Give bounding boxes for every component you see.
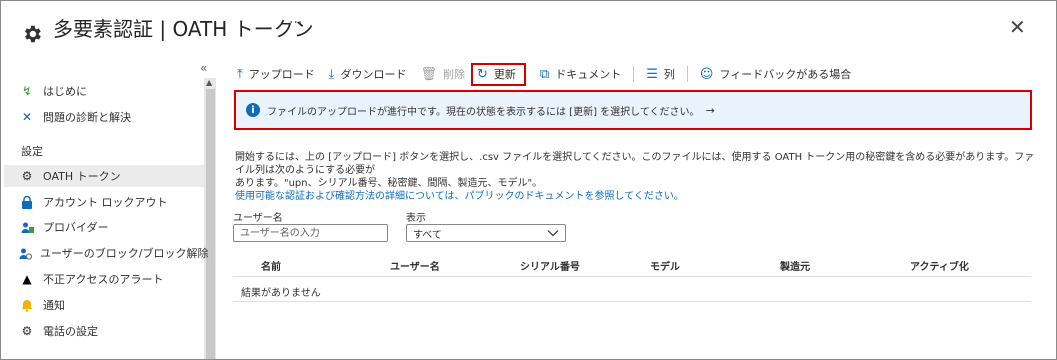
command-bar: ⤒ アップロード ⤓ ダウンロード 🗑 削除 ↻ 更新 ⧉ ドキュメント ☰ 列 <box>237 62 851 86</box>
sidebar-item-label: 不正アクセスのアラート <box>43 273 164 286</box>
description-line: あります。"upn、シリアル番号、秘密鍵、間隔、製造元、モデル"。 <box>235 178 543 189</box>
warning-icon: ▲ <box>22 272 32 286</box>
refresh-button[interactable]: ↻ 更新 <box>471 62 526 86</box>
sidebar-item-label: ユーザーのブロック/ブロック解除 <box>40 247 209 260</box>
table-empty-row: 結果がありません <box>233 277 1031 302</box>
username-label: ユーザー名 <box>233 213 283 224</box>
sidebar-item-label: アカウント ロックアウト <box>43 196 168 209</box>
display-select[interactable]: すべて <box>406 224 566 242</box>
info-icon: i <box>246 103 260 117</box>
gear-icon <box>25 25 41 43</box>
trash-icon: 🗑 <box>420 66 438 82</box>
column-header-model[interactable]: モデル <box>650 258 680 273</box>
gear-icon: ⚙ <box>21 324 33 338</box>
columns-icon: ☰ <box>646 66 658 82</box>
docs-link[interactable]: 使用可能な認証および確認方法の詳細については、パブリックのドキュメントを参照して… <box>235 190 1035 203</box>
sidebar-section-settings: 設定 <box>21 145 43 158</box>
column-header-activate[interactable]: アクティブ化 <box>910 258 969 273</box>
documentation-label: ドキュメント <box>555 68 622 81</box>
feedback-label: フィードバックがある場合 <box>719 68 852 81</box>
column-header-name[interactable]: 名前 <box>261 258 281 273</box>
sidebar-scroll-thumb[interactable] <box>206 89 215 359</box>
download-icon: ⤓ <box>328 66 335 82</box>
lock-icon <box>19 194 35 210</box>
refresh-icon: ↻ <box>477 66 488 82</box>
sidebar-item-label: 通知 <box>43 299 65 312</box>
sidebar-item-fraud-alert[interactable]: ▲ 不正アクセスのアラート <box>19 268 199 290</box>
columns-button[interactable]: ☰ 列 <box>646 66 675 82</box>
column-header-username[interactable]: ユーザー名 <box>390 258 440 273</box>
username-input[interactable] <box>233 224 388 242</box>
sidebar-item-label: OATH トークン <box>43 170 121 183</box>
sidebar: « ▲ ↯ はじめに ✕ 問題の診断と解決 設定 ⚙ OATH トークン アカウ… <box>1 61 216 359</box>
upload-icon: ⤒ <box>237 66 243 82</box>
sidebar-item-phone-settings[interactable]: ⚙ 電話の設定 <box>19 320 199 342</box>
wrench-icon: ✕ <box>21 110 33 124</box>
provider-icon <box>19 219 35 235</box>
sidebar-item-providers[interactable]: プロバイダー <box>19 216 199 238</box>
table-header: 名前 ユーザー名 シリアル番号 モデル 製造元 アクティブ化 <box>233 252 1031 277</box>
sidebar-item-notifications[interactable]: 通知 <box>19 294 199 316</box>
documentation-button[interactable]: ⧉ ドキュメント <box>540 66 621 82</box>
no-results-text: 結果がありません <box>241 288 321 299</box>
sidebar-item-label: 電話の設定 <box>43 325 98 338</box>
lightning-icon: ↯ <box>21 84 33 98</box>
banner-text: ファイルのアップロードが進行中です。現在の状態を表示するには [更新] を選択し… <box>267 106 700 118</box>
download-label: ダウンロード <box>340 68 407 81</box>
sidebar-item-label: プロバイダー <box>43 221 109 234</box>
block-user-icon <box>19 245 32 261</box>
sidebar-item-block-unblock[interactable]: ユーザーのブロック/ブロック解除 <box>19 242 209 264</box>
arrow-right-icon[interactable]: → <box>706 104 715 117</box>
upload-button[interactable]: ⤒ アップロード <box>237 66 315 82</box>
column-header-manufacturer[interactable]: 製造元 <box>780 258 810 273</box>
more-options-button[interactable]: ··· <box>289 15 302 31</box>
upload-label: アップロード <box>248 68 315 81</box>
window: 多要素認証 | OATH トークン ··· ✕ « ▲ ↯ はじめに ✕ 問題の… <box>0 0 1057 360</box>
external-link-icon: ⧉ <box>539 66 550 82</box>
info-banner[interactable]: i ファイルのアップロードが進行中です。現在の状態を表示するには [更新] を選… <box>234 90 1032 130</box>
description-line: 開始するには、上の [アップロード] ボタンを選択し、.csv ファイルを選択し… <box>235 152 1035 176</box>
sidebar-item-oath-tokens[interactable]: ⚙ OATH トークン <box>4 165 204 187</box>
delete-label: 削除 <box>443 68 466 81</box>
collapse-sidebar-button[interactable]: « <box>200 61 207 75</box>
feedback-icon: ☺ <box>699 66 714 82</box>
description: 開始するには、上の [アップロード] ボタンを選択し、.csv ファイルを選択し… <box>235 151 1035 203</box>
bell-icon <box>19 297 35 313</box>
chevron-down-icon <box>547 230 559 237</box>
sidebar-item-label: 問題の診断と解決 <box>43 111 131 124</box>
delete-button[interactable]: 🗑 削除 <box>421 66 466 82</box>
columns-label: 列 <box>663 68 675 81</box>
close-button[interactable]: ✕ <box>1009 15 1026 39</box>
display-select-value: すべて <box>413 229 442 241</box>
column-header-serial[interactable]: シリアル番号 <box>520 258 580 273</box>
scroll-up-arrow-icon[interactable]: ▲ <box>206 78 212 87</box>
refresh-label: 更新 <box>493 68 516 81</box>
download-button[interactable]: ⤓ ダウンロード <box>329 66 407 82</box>
sidebar-item-getting-started[interactable]: ↯ はじめに <box>19 80 199 102</box>
feedback-button[interactable]: ☺ フィードバックがある場合 <box>700 66 851 82</box>
display-label: 表示 <box>406 213 426 224</box>
gear-icon: ⚙ <box>21 169 33 183</box>
toolbar-divider <box>686 66 688 82</box>
sidebar-item-label: はじめに <box>43 85 87 98</box>
toolbar-divider <box>633 66 635 82</box>
sidebar-item-account-lockout[interactable]: アカウント ロックアウト <box>19 191 199 213</box>
page-title: 多要素認証 | OATH トークン <box>53 17 314 41</box>
sidebar-item-diagnose[interactable]: ✕ 問題の診断と解決 <box>19 106 199 128</box>
